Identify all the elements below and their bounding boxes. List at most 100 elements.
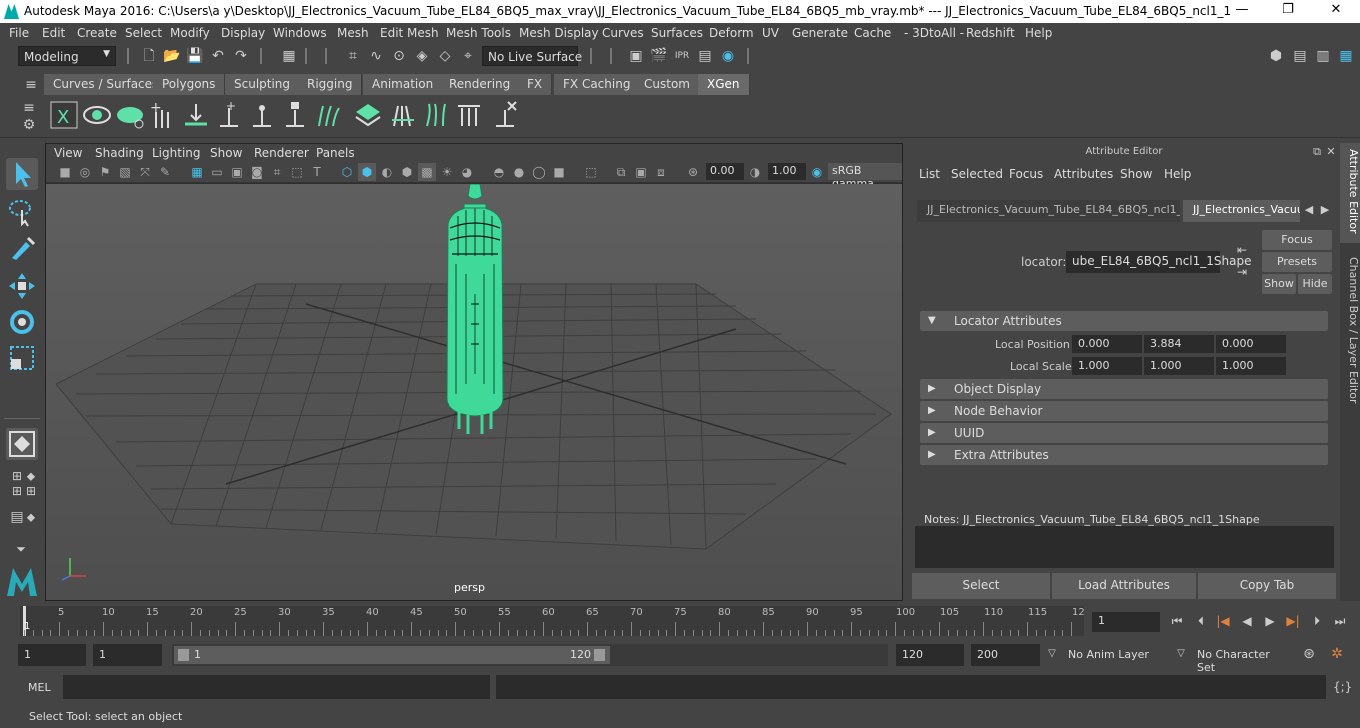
save-scene-icon[interactable]: 💾 bbox=[186, 47, 204, 65]
grid-icon[interactable]: ▦ bbox=[188, 163, 206, 181]
menu-help[interactable]: Help bbox=[1025, 26, 1052, 40]
play-forward-icon[interactable]: ▶ bbox=[1261, 612, 1279, 630]
redo-icon[interactable]: ↷ bbox=[232, 47, 250, 65]
menu-mesh[interactable]: Mesh bbox=[337, 26, 369, 40]
shelf-options-icon[interactable]: ≡ bbox=[20, 99, 38, 117]
motion-blur-icon[interactable]: ◓ bbox=[490, 163, 508, 181]
gate-mask-icon[interactable]: ◙ bbox=[248, 163, 266, 181]
tab-rendering[interactable]: Rendering bbox=[440, 74, 521, 95]
auto-key-icon[interactable]: ⊛ bbox=[1300, 645, 1318, 663]
attr-menu-attributes[interactable]: Attributes bbox=[1054, 167, 1113, 181]
camera-attrs-icon[interactable]: ◎ bbox=[76, 163, 94, 181]
open-scene-icon[interactable]: 📂 bbox=[163, 47, 181, 65]
local-scale-x-field[interactable]: 1.000 bbox=[1072, 357, 1142, 375]
section-object-display[interactable]: ▶ Object Display bbox=[920, 379, 1328, 399]
playback-end-field[interactable]: 120 bbox=[896, 644, 964, 666]
collapse-toolbox-icon[interactable]: ⏷ bbox=[12, 540, 30, 558]
local-position-x-field[interactable]: 0.000 bbox=[1072, 335, 1142, 353]
range-start-grip[interactable] bbox=[178, 649, 189, 661]
outliner-layout-icon[interactable]: ⊞ bbox=[22, 482, 40, 500]
bookmark-icon[interactable]: ⚑ bbox=[96, 163, 114, 181]
xgen-guides-grass-icon[interactable] bbox=[313, 100, 343, 130]
shadows-icon[interactable]: ☀ bbox=[438, 163, 456, 181]
shelf-menu-icon[interactable]: ≡ bbox=[22, 76, 40, 94]
tab-sculpting[interactable]: Sculpting bbox=[225, 74, 301, 95]
vp-menu-renderer[interactable]: Renderer bbox=[254, 146, 309, 160]
graph-layout-icon[interactable]: ⬥ bbox=[22, 508, 40, 526]
menu-uv[interactable]: UV bbox=[762, 26, 779, 40]
scene-end-field[interactable]: 200 bbox=[971, 644, 1040, 666]
resolution-gate-icon[interactable]: ▣ bbox=[228, 163, 246, 181]
notes-textarea[interactable] bbox=[915, 526, 1334, 568]
toggle-channel-box-icon[interactable]: ▦ bbox=[1337, 47, 1355, 65]
xgen-leaf-icon[interactable] bbox=[115, 100, 145, 130]
menu-select[interactable]: Select bbox=[125, 26, 162, 40]
render-frame-icon[interactable]: 🎬 bbox=[650, 47, 668, 65]
range-end-grip[interactable] bbox=[594, 649, 605, 661]
menu-file[interactable]: File bbox=[9, 26, 29, 40]
move-tool-icon[interactable] bbox=[6, 270, 38, 302]
viewport-3d-scene[interactable]: persp bbox=[46, 183, 902, 600]
close-button[interactable]: ✕ bbox=[1316, 2, 1356, 20]
tab-fx-caching[interactable]: FX Caching bbox=[554, 74, 641, 95]
menuset-dropdown[interactable]: Modeling ▼ bbox=[18, 46, 116, 66]
ipr-render-icon[interactable]: IPR bbox=[673, 47, 691, 65]
local-scale-y-field[interactable]: 1.000 bbox=[1144, 357, 1214, 375]
menu-mesh-display[interactable]: Mesh Display bbox=[519, 26, 599, 40]
vp-menu-show[interactable]: Show bbox=[210, 146, 242, 160]
scale-tool-icon[interactable] bbox=[6, 342, 38, 374]
render-view-icon[interactable]: ▣ bbox=[627, 47, 645, 65]
textured-icon[interactable]: ⬢ bbox=[398, 163, 416, 181]
tab-curves-surfaces[interactable]: Curves / Surfaces bbox=[44, 74, 169, 95]
toggle-tool-settings-icon[interactable]: ▥ bbox=[1314, 47, 1332, 65]
tab-fx[interactable]: FX bbox=[518, 74, 553, 95]
select-tool-icon[interactable] bbox=[6, 158, 38, 190]
exposure-field[interactable]: 0.00 bbox=[706, 163, 744, 180]
single-view-layout-icon[interactable] bbox=[6, 428, 38, 460]
minimize-button[interactable]: — bbox=[1222, 2, 1262, 20]
presets-button[interactable]: Presets bbox=[1262, 252, 1332, 272]
snap-surface-icon[interactable]: ◇ bbox=[436, 47, 454, 65]
anim-layer-chevron-icon[interactable]: ▽ bbox=[1043, 645, 1061, 663]
section-uuid[interactable]: ▶ UUID bbox=[920, 423, 1328, 443]
render-settings-icon[interactable]: ▤ bbox=[696, 47, 714, 65]
range-slider-handle[interactable]: 1 120 bbox=[174, 646, 610, 664]
menu-windows[interactable]: Windows bbox=[273, 26, 327, 40]
character-set-dropdown[interactable]: No Character Set bbox=[1191, 644, 1291, 674]
menu-curves[interactable]: Curves bbox=[602, 26, 644, 40]
snap-grid-icon[interactable]: ⌗ bbox=[344, 47, 362, 65]
section-locator-attributes[interactable]: ▼ Locator Attributes bbox=[920, 311, 1328, 331]
close-panel-icon[interactable]: ✕ bbox=[1322, 143, 1340, 161]
gamma-field[interactable]: 1.00 bbox=[768, 163, 806, 180]
current-frame-field[interactable]: 1 bbox=[1092, 612, 1160, 632]
exposure-icon[interactable]: ⊛ bbox=[684, 163, 702, 181]
depth-of-field-icon[interactable]: ◯ bbox=[530, 163, 548, 181]
step-forward-frame-icon[interactable]: ▶| bbox=[1284, 612, 1302, 630]
xgen-editor-icon[interactable]: X bbox=[49, 100, 79, 130]
mel-label[interactable]: MEL bbox=[28, 681, 51, 694]
gamma-icon[interactable]: ◑ bbox=[746, 163, 764, 181]
go-to-start-icon[interactable]: ⏮ bbox=[1168, 612, 1186, 630]
wireframe-icon[interactable]: ⬡ bbox=[338, 163, 356, 181]
scene-start-field[interactable]: 1 bbox=[18, 644, 86, 666]
menu-3dtoall[interactable]: - 3DtoAll - bbox=[904, 26, 964, 40]
show-button[interactable]: Show bbox=[1262, 274, 1296, 294]
menu-cache[interactable]: Cache bbox=[854, 26, 891, 40]
tab-scroll-right-icon[interactable]: ▶ bbox=[1316, 201, 1334, 219]
local-position-z-field[interactable]: 0.000 bbox=[1216, 335, 1286, 353]
wireframe-on-shaded-icon[interactable]: ◐ bbox=[378, 163, 396, 181]
2d-pan-zoom-icon[interactable]: ⤧ bbox=[136, 163, 154, 181]
menu-edit-mesh[interactable]: Edit Mesh bbox=[380, 26, 439, 40]
lasso-tool-icon[interactable] bbox=[6, 196, 38, 228]
toggle-attribute-editor-icon[interactable]: ▤ bbox=[1291, 47, 1309, 65]
xray-icon[interactable]: ⬚ bbox=[582, 163, 600, 181]
rotate-tool-icon[interactable] bbox=[6, 306, 38, 338]
go-input-icon[interactable]: ⇤ bbox=[1233, 241, 1251, 259]
anim-prefs-icon[interactable]: ✲ bbox=[1328, 645, 1346, 663]
command-input[interactable] bbox=[63, 675, 490, 699]
xgen-guide-normalize-icon[interactable] bbox=[454, 100, 484, 130]
xgen-add-guides-icon[interactable]: + bbox=[148, 100, 178, 130]
vp-menu-view[interactable]: View bbox=[54, 146, 82, 160]
load-attributes-button[interactable]: Load Attributes bbox=[1052, 573, 1196, 599]
copy-tab-button[interactable]: Copy Tab bbox=[1198, 573, 1336, 599]
